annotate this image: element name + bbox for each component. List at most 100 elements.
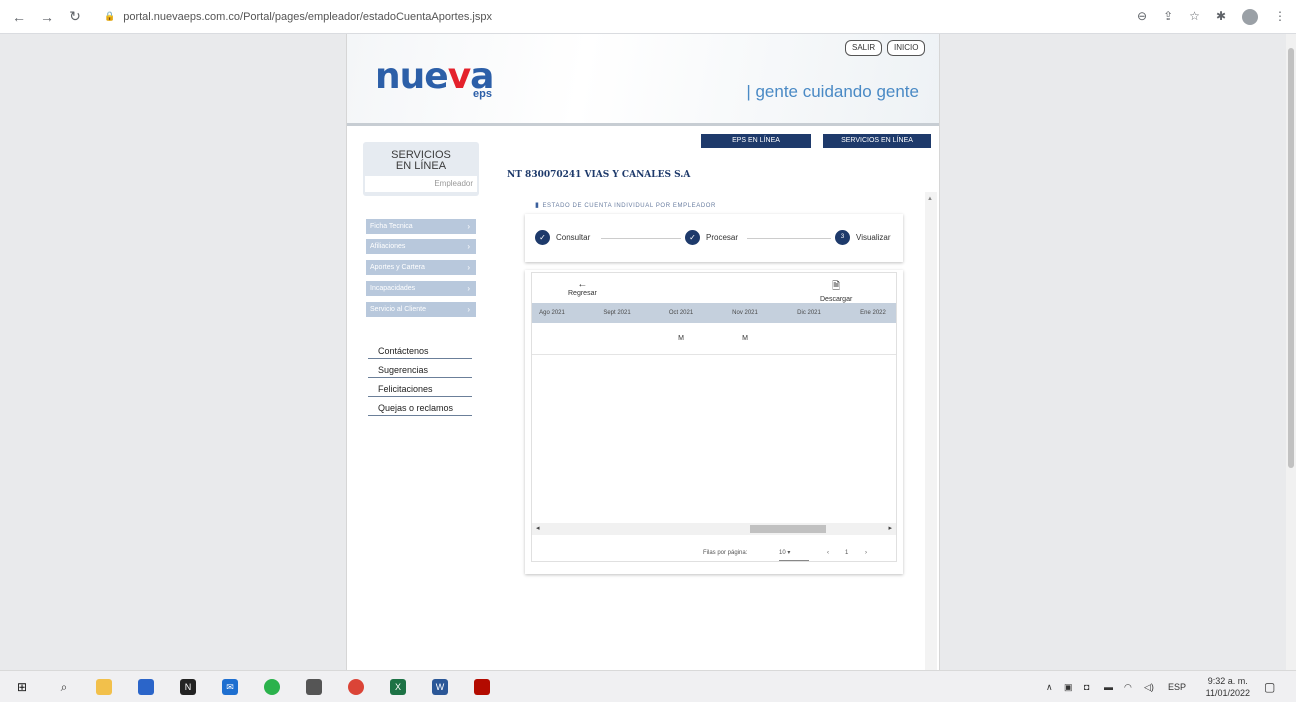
descargar-button[interactable]: 🗎 Descargar: [820, 279, 852, 303]
extensions-icon[interactable]: ✱: [1216, 9, 1226, 25]
browser-nav: ← → ↻: [0, 8, 82, 25]
address-bar[interactable]: 🔒 portal.nuevaeps.com.co/Portal/pages/em…: [104, 11, 492, 23]
menu-aportes-cartera[interactable]: Aportes y Cartera ›: [366, 260, 476, 275]
menu-afiliaciones[interactable]: Afiliaciones ›: [366, 239, 476, 254]
wifi-icon[interactable]: ◠: [1124, 671, 1132, 702]
link-felicitaciones[interactable]: Felicitaciones: [368, 384, 472, 397]
table-header: Ago 2021 Sept 2021 Oct 2021 Nov 2021 Dic…: [532, 303, 896, 323]
mail-icon[interactable]: ✉: [222, 679, 238, 695]
regresar-button[interactable]: ← Regresar: [568, 279, 597, 297]
notifications-icon[interactable]: ▢: [1264, 671, 1275, 702]
logo-eps-text: eps: [473, 88, 492, 100]
language-indicator[interactable]: ESP: [1168, 671, 1186, 702]
back-arrow-icon[interactable]: ←: [12, 9, 26, 25]
calculator-icon[interactable]: [306, 679, 322, 695]
services-title: SERVICIOS EN LÍNEA: [391, 149, 451, 172]
whatsapp-icon[interactable]: [264, 679, 280, 695]
link-quejas-reclamos[interactable]: Quejas o reclamos: [368, 403, 472, 416]
salir-button[interactable]: SALIR: [845, 40, 883, 56]
col-header: Ago 2021: [539, 310, 565, 316]
scroll-right-icon[interactable]: ▸: [888, 523, 892, 535]
table-scroll-thumb[interactable]: [750, 525, 826, 533]
notion-icon[interactable]: N: [180, 679, 196, 695]
step-number: 3: [835, 230, 850, 245]
check-icon: ✓: [535, 230, 550, 245]
services-box: SERVICIOS EN LÍNEA Empleador: [363, 142, 479, 196]
chevron-right-icon: ›: [467, 305, 470, 314]
table-cell: [850, 323, 896, 355]
rows-per-page-label: Filas por página:: [703, 550, 748, 556]
stepper: ✓ Consultar ✓ Procesar 3 Visualizar: [525, 214, 903, 262]
word-icon[interactable]: W: [432, 679, 448, 695]
browser-toolbar: ← → ↻ 🔒 portal.nuevaeps.com.co/Portal/pa…: [0, 0, 1296, 34]
menu-ficha-tecnica[interactable]: Ficha Tecnica ›: [366, 219, 476, 234]
search-icon[interactable]: ⌕: [56, 679, 72, 695]
pagination: Filas por página: 10 ▾ ‹ 1 ›: [525, 546, 901, 561]
scroll-up-icon[interactable]: ▲: [927, 196, 933, 202]
chevron-right-icon: ›: [467, 242, 470, 251]
windows-start-icon[interactable]: ⊞: [14, 679, 30, 695]
store-icon[interactable]: [138, 679, 154, 695]
link-contactenos[interactable]: Contáctenos: [368, 346, 472, 359]
servicios-en-linea-button[interactable]: SERVICIOS EN LÍNEA: [823, 134, 931, 148]
eps-en-linea-button[interactable]: EPS EN LÍNEA: [701, 134, 811, 148]
browser-tools: ⊖ ⇪ ☆ ✱ ⋮: [1137, 9, 1286, 25]
clock-date: 11/01/2022: [1205, 688, 1250, 698]
page-scrollbar[interactable]: [1286, 34, 1296, 670]
col-header: Nov 2021: [732, 310, 758, 316]
reload-icon[interactable]: ↻: [68, 8, 82, 25]
table-horizontal-scrollbar[interactable]: ◂ ▸: [532, 523, 896, 535]
col-header: Oct 2021: [668, 310, 694, 316]
menu-incapacidades[interactable]: Incapacidades ›: [366, 281, 476, 296]
star-icon[interactable]: ☆: [1189, 9, 1200, 25]
col-header: Dic 2021: [797, 310, 821, 316]
arrow-left-icon: ←: [577, 279, 588, 290]
table-cell: [786, 323, 832, 355]
profile-avatar[interactable]: [1242, 9, 1258, 25]
results-card: ← Regresar 🗎 Descargar Ago 2021 Sept 202…: [525, 270, 903, 574]
chevron-right-icon: ›: [467, 284, 470, 293]
link-sugerencias[interactable]: Sugerencias: [368, 365, 472, 378]
portal-page: nueva eps | gente cuidando gente SALIR I…: [346, 34, 940, 670]
tray-chevron-icon[interactable]: ∧: [1046, 671, 1053, 702]
rows-per-page-select[interactable]: 10 ▾: [779, 546, 809, 561]
chevron-right-icon: ›: [467, 263, 470, 272]
page-number: 1: [845, 550, 849, 556]
tray-app-icon[interactable]: ▣: [1064, 671, 1073, 702]
section-title: ▮ ESTADO DE CUENTA INDIVIDUAL POR EMPLEAD…: [535, 202, 716, 209]
inicio-button[interactable]: INICIO: [887, 40, 926, 56]
acrobat-icon[interactable]: [474, 679, 490, 695]
table-cell: M: [742, 335, 748, 342]
share-icon[interactable]: ⇪: [1163, 9, 1173, 25]
page-scroll-thumb[interactable]: [1288, 48, 1294, 468]
next-page-icon[interactable]: ›: [865, 546, 867, 560]
table-cell: [592, 323, 642, 355]
slogan: | gente cuidando gente: [746, 82, 919, 101]
table-row: M M: [532, 323, 896, 355]
chrome-icon[interactable]: [348, 679, 364, 695]
content-scrollbar[interactable]: ▲: [925, 192, 937, 670]
portal-header: nueva eps | gente cuidando gente SALIR I…: [347, 34, 939, 126]
menu-dots-icon[interactable]: ⋮: [1274, 9, 1286, 25]
prev-page-icon[interactable]: ‹: [827, 546, 829, 560]
zoom-icon[interactable]: ⊖: [1137, 9, 1147, 25]
step-consultar: ✓ Consultar: [535, 230, 590, 245]
step-visualizar: 3 Visualizar: [835, 230, 891, 245]
excel-icon[interactable]: X: [390, 679, 406, 695]
check-icon: ✓: [685, 230, 700, 245]
scroll-left-icon[interactable]: ◂: [536, 523, 540, 535]
file-explorer-icon[interactable]: [96, 679, 112, 695]
tray-network-icon[interactable]: ◘: [1084, 671, 1089, 702]
chart-icon: ▮: [535, 202, 540, 209]
volume-icon[interactable]: ◁): [1144, 671, 1154, 702]
step-connector: [747, 238, 831, 239]
forward-arrow-icon[interactable]: →: [40, 9, 54, 25]
results-table: ← Regresar 🗎 Descargar Ago 2021 Sept 202…: [531, 272, 897, 562]
table-cell: [532, 323, 572, 355]
menu-servicio-cliente[interactable]: Servicio al Cliente ›: [366, 302, 476, 317]
battery-icon[interactable]: ▬: [1104, 671, 1113, 702]
chevron-right-icon: ›: [467, 222, 470, 231]
clock[interactable]: 9:32 a. m. 11/01/2022: [1206, 675, 1250, 699]
step-connector: [601, 238, 681, 239]
company-name: NT 830070241 VIAS Y CANALES S.A: [507, 170, 691, 180]
